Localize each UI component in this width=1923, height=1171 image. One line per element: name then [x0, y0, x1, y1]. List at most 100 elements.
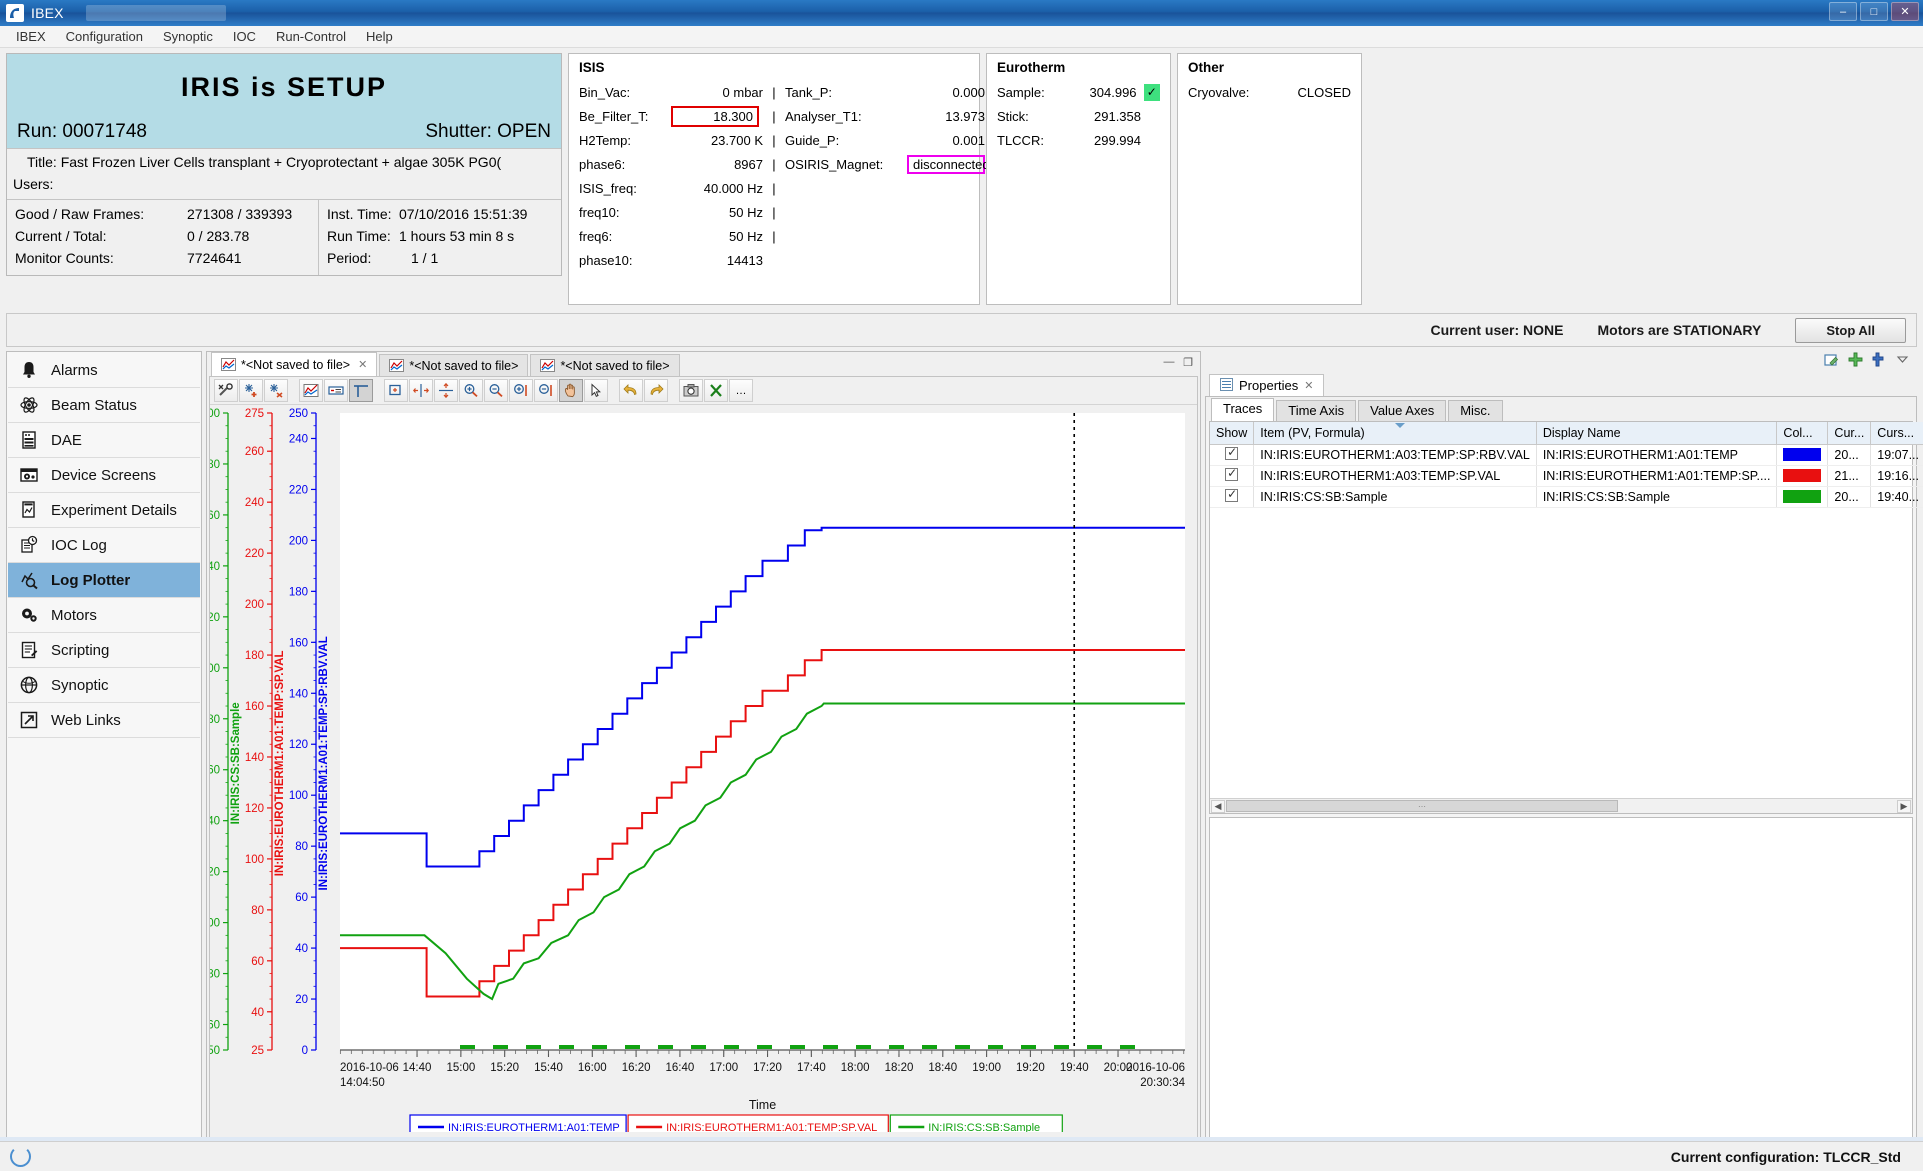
show-plot-button[interactable] — [299, 379, 323, 402]
show-checkbox-cell[interactable] — [1210, 444, 1254, 465]
column-header-item[interactable]: Item (PV, Formula) — [1254, 422, 1537, 444]
window-controls[interactable]: – □ ✕ — [1829, 2, 1919, 21]
editor-minimize-icon[interactable]: — — [1163, 356, 1175, 368]
show-checkbox-cell[interactable] — [1210, 486, 1254, 507]
zoom-out-horizontal-button[interactable] — [484, 379, 508, 402]
sidebar-item-dae[interactable]: DAE — [8, 423, 200, 458]
sidebar-item-synoptic[interactable]: Synoptic — [8, 668, 200, 703]
zoom-in-horizontal-button[interactable] — [459, 379, 483, 402]
minimize-icon[interactable]: – — [1829, 2, 1857, 21]
column-header-show[interactable]: Show — [1210, 422, 1254, 444]
menu-item-run-control[interactable]: Run-Control — [266, 27, 356, 46]
sidebar-item-web-links[interactable]: Web Links — [8, 703, 200, 738]
properties-close-icon[interactable]: ✕ — [1304, 379, 1313, 392]
configure-button[interactable] — [214, 379, 238, 402]
add-marker-button[interactable] — [239, 379, 263, 402]
svg-text:16:00: 16:00 — [578, 1062, 607, 1074]
stop-all-button[interactable]: Stop All — [1795, 318, 1906, 343]
editor-tab-1[interactable]: *<Not saved to file> ✕ — [211, 352, 377, 376]
pointer-button[interactable] — [584, 379, 608, 402]
menu-item-ibex[interactable]: IBEX — [6, 27, 56, 46]
undo-button[interactable] — [619, 379, 643, 402]
menu-item-ioc[interactable]: IOC — [223, 27, 266, 46]
sidebar-item-beam-status[interactable]: Beam Status — [8, 388, 200, 423]
remove-trace-button[interactable] — [704, 379, 728, 402]
color-swatch[interactable] — [1783, 448, 1821, 461]
zoom-horizontal-button[interactable] — [409, 379, 433, 402]
show-checkbox-cell[interactable] — [1210, 465, 1254, 486]
zoom-in-vertical-button[interactable] — [509, 379, 533, 402]
color-swatch[interactable] — [1783, 490, 1821, 503]
maximize-icon[interactable]: □ — [1860, 2, 1888, 21]
column-header-cursor[interactable]: Curs... — [1871, 422, 1923, 444]
sidebar-item-device-screens[interactable]: Device Screens — [8, 458, 200, 493]
app-logo-icon — [6, 4, 24, 22]
color-swatch[interactable] — [1783, 469, 1821, 482]
tab-time-axis[interactable]: Time Axis — [1276, 400, 1356, 421]
color-cell[interactable] — [1777, 486, 1828, 507]
freq6-value: 50 Hz — [675, 229, 763, 244]
properties-tab[interactable]: Properties ✕ — [1209, 374, 1324, 396]
color-cell[interactable] — [1777, 465, 1828, 486]
run-time-label: Run Time: — [327, 226, 399, 248]
sidebar-item-log-plotter[interactable]: Log Plotter — [8, 563, 200, 598]
tab-value-axes[interactable]: Value Axes — [1358, 400, 1446, 421]
tab-traces[interactable]: Traces — [1211, 398, 1274, 421]
table-row[interactable]: IN:IRIS:EUROTHERM1:A03:TEMP:SP.VAL IN:IR… — [1210, 465, 1923, 486]
display-name-cell[interactable]: IN:IRIS:CS:SB:Sample — [1536, 486, 1777, 507]
show-checkbox[interactable] — [1225, 447, 1238, 460]
sidebar-item-scripting[interactable]: Scripting — [8, 633, 200, 668]
edit-icon[interactable] — [1824, 352, 1839, 372]
display-name-cell[interactable]: IN:IRIS:EUROTHERM1:A01:TEMP — [1536, 444, 1777, 465]
editor-tab-2[interactable]: *<Not saved to file> — [379, 354, 528, 376]
item-cell[interactable]: IN:IRIS:CS:SB:Sample — [1254, 486, 1537, 507]
menu-item-configuration[interactable]: Configuration — [56, 27, 153, 46]
column-header-display-name[interactable]: Display Name — [1536, 422, 1777, 444]
show-checkbox[interactable] — [1225, 489, 1238, 502]
add-icon[interactable] — [1848, 352, 1863, 372]
menu-item-help[interactable]: Help — [356, 27, 403, 46]
table-row[interactable]: IN:IRIS:EUROTHERM1:A03:TEMP:SP:RBV.VAL I… — [1210, 444, 1923, 465]
chart-area[interactable]: 506080100120140160180200220240260280300I… — [210, 405, 1197, 1147]
redo-button[interactable] — [644, 379, 668, 402]
phase6-value: 8967 — [675, 157, 763, 172]
more-button[interactable]: … — [729, 379, 753, 402]
remove-marker-button[interactable] — [264, 379, 288, 402]
column-header-color[interactable]: Col... — [1777, 422, 1828, 444]
eurotherm-sample-ok-icon: ✓ — [1144, 84, 1160, 101]
item-cell[interactable]: IN:IRIS:EUROTHERM1:A03:TEMP:SP:RBV.VAL — [1254, 444, 1537, 465]
pan-button[interactable] — [559, 379, 583, 402]
toggle-toolbar-button[interactable] — [349, 379, 373, 402]
scroll-left-icon[interactable]: ◀ — [1211, 800, 1225, 813]
zoom-out-vertical-button[interactable] — [534, 379, 558, 402]
toggle-legend-button[interactable] — [324, 379, 348, 402]
tab-close-icon[interactable]: ✕ — [358, 358, 367, 371]
zoom-rect-button[interactable] — [384, 379, 408, 402]
close-icon[interactable]: ✕ — [1891, 2, 1919, 21]
sidebar-item-alarms[interactable]: Alarms — [8, 353, 200, 388]
scroll-right-icon[interactable]: ▶ — [1897, 800, 1911, 813]
chart-svg[interactable]: 506080100120140160180200220240260280300I… — [210, 405, 1210, 1132]
editor-maximize-icon[interactable]: ❐ — [1182, 356, 1194, 368]
scroll-thumb[interactable]: ⋯ — [1226, 800, 1618, 812]
menu-chevron-icon[interactable] — [1896, 353, 1909, 371]
item-cell[interactable]: IN:IRIS:EUROTHERM1:A03:TEMP:SP.VAL — [1254, 465, 1537, 486]
editor-tab-3[interactable]: *<Not saved to file> — [530, 354, 679, 376]
add-formula-icon[interactable] — [1872, 352, 1887, 372]
color-cell[interactable] — [1777, 444, 1828, 465]
sidebar-item-ioc-log[interactable]: IOC Log — [8, 528, 200, 563]
cursor-cell: 19:07... — [1871, 444, 1923, 465]
editor-window-controls[interactable]: — ❐ — [1163, 356, 1194, 368]
display-name-cell[interactable]: IN:IRIS:EUROTHERM1:A01:TEMP:SP.... — [1536, 465, 1777, 486]
show-checkbox[interactable] — [1225, 468, 1238, 481]
zoom-vertical-button[interactable] — [434, 379, 458, 402]
menu-item-synoptic[interactable]: Synoptic — [153, 27, 223, 46]
isis-row-osiris-magnet: |OSIRIS_Magnet:disconnected — [763, 152, 985, 176]
traces-horizontal-scrollbar[interactable]: ◀ ⋯ ▶ — [1210, 798, 1912, 813]
snapshot-button[interactable] — [679, 379, 703, 402]
sidebar-item-experiment-details[interactable]: Experiment Details — [8, 493, 200, 528]
tab-misc[interactable]: Misc. — [1448, 400, 1502, 421]
column-header-cur[interactable]: Cur... — [1828, 422, 1871, 444]
table-row[interactable]: IN:IRIS:CS:SB:Sample IN:IRIS:CS:SB:Sampl… — [1210, 486, 1923, 507]
sidebar-item-motors[interactable]: Motors — [8, 598, 200, 633]
